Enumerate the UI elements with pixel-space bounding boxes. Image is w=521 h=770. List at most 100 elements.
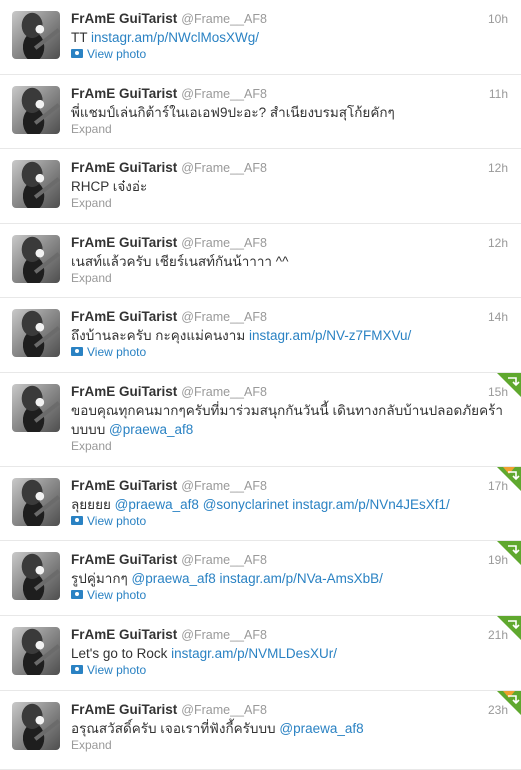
tweet-link[interactable]: instagr.am/p/NVa-AmsXbB/ bbox=[220, 571, 383, 586]
tweet-username[interactable]: @Frame__AF8 bbox=[181, 553, 267, 567]
tweet-text: รูปคู่มากๆ @praewa_af8 instagr.am/p/NVa-… bbox=[71, 569, 506, 588]
avatar[interactable] bbox=[12, 11, 60, 59]
tweet-text-segment: Let's go to Rock bbox=[71, 646, 172, 661]
tweet-item[interactable]: FrAmE GuiTarist @Frame__AF8 10h TT instagr.… bbox=[0, 0, 521, 75]
tweet-mention[interactable]: @praewa_af8 bbox=[132, 571, 216, 586]
tweet-header: FrAmE GuiTarist @Frame__AF8 bbox=[71, 308, 267, 326]
photo-icon bbox=[71, 665, 83, 674]
tweet-text-segment: TT bbox=[71, 30, 91, 45]
expand-link[interactable]: Expand bbox=[71, 270, 112, 286]
expand-link[interactable]: Expand bbox=[71, 121, 112, 137]
tweet-username[interactable]: @Frame__AF8 bbox=[181, 236, 267, 250]
view-photo-link[interactable]: View photo bbox=[71, 513, 146, 529]
avatar[interactable] bbox=[12, 235, 60, 283]
tweet-username[interactable]: @Frame__AF8 bbox=[181, 12, 267, 26]
tweet-fullname[interactable]: FrAmE GuiTarist bbox=[71, 627, 177, 642]
tweet-text: RHCP เจ๋งอ่ะ bbox=[71, 177, 506, 196]
tweet-link[interactable]: instagr.am/p/NVMLDesXUr/ bbox=[171, 646, 337, 661]
tweet-mention[interactable]: @praewa_af8 bbox=[115, 497, 199, 512]
tweet-username[interactable]: @Frame__AF8 bbox=[181, 703, 267, 717]
tweet-timestamp[interactable]: 12h bbox=[488, 234, 508, 252]
tweet-text-segment: อรุณสวัสดิ์ครับ เจอเราที่ฟังกี้ครับบบ bbox=[71, 721, 280, 736]
view-photo-link[interactable]: View photo bbox=[71, 46, 146, 62]
tweet-action-label: Expand bbox=[71, 122, 112, 136]
tweet-action-label: View photo bbox=[87, 514, 147, 528]
avatar[interactable] bbox=[12, 160, 60, 208]
tweet-item[interactable]: FrAmE GuiTarist @Frame__AF8 21h Let's go to… bbox=[0, 616, 521, 691]
avatar[interactable] bbox=[12, 552, 60, 600]
avatar[interactable] bbox=[12, 86, 60, 134]
tweet-action-label: Expand bbox=[71, 439, 112, 453]
tweet-header: FrAmE GuiTarist @Frame__AF8 bbox=[71, 701, 267, 719]
tweet-header: FrAmE GuiTarist @Frame__AF8 bbox=[71, 10, 267, 28]
expand-link[interactable]: Expand bbox=[71, 737, 112, 753]
retweeted-favorited-badge-icon bbox=[497, 467, 521, 491]
tweet-username[interactable]: @Frame__AF8 bbox=[181, 628, 267, 642]
tweet-item[interactable]: FrAmE GuiTarist @Frame__AF8 17h ลุยยยย @pra… bbox=[0, 467, 521, 541]
tweet-header: FrAmE GuiTarist @Frame__AF8 bbox=[71, 234, 267, 252]
avatar[interactable] bbox=[12, 478, 60, 526]
tweet-mention[interactable]: @praewa_af8 bbox=[279, 721, 363, 736]
tweet-timestamp[interactable]: 12h bbox=[488, 159, 508, 177]
tweet-action-label: View photo bbox=[87, 588, 147, 602]
tweet-fullname[interactable]: FrAmE GuiTarist bbox=[71, 86, 177, 101]
tweet-text-segment: ถึงบ้านละครับ กะคุงแม่คนงาม bbox=[71, 328, 249, 343]
tweet-fullname[interactable]: FrAmE GuiTarist bbox=[71, 702, 177, 717]
tweet-mention[interactable]: @sonyclarinet bbox=[203, 497, 289, 512]
avatar[interactable] bbox=[12, 627, 60, 675]
avatar[interactable] bbox=[12, 309, 60, 357]
tweet-item[interactable]: FrAmE GuiTarist @Frame__AF8 14h ถึงบ้านละคร… bbox=[0, 298, 521, 373]
photo-icon bbox=[71, 347, 83, 356]
tweet-username[interactable]: @Frame__AF8 bbox=[181, 161, 267, 175]
tweet-fullname[interactable]: FrAmE GuiTarist bbox=[71, 478, 177, 493]
tweet-timestamp[interactable]: 11h bbox=[489, 85, 508, 103]
tweet-timestamp[interactable]: 10h bbox=[488, 10, 508, 28]
tweet-fullname[interactable]: FrAmE GuiTarist bbox=[71, 235, 177, 250]
tweet-text-segment: ลุยยยย bbox=[71, 497, 115, 512]
tweet-item[interactable]: FrAmE GuiTarist @Frame__AF8 23h อรุณสวัสดิ์… bbox=[0, 691, 521, 770]
tweet-item[interactable]: FrAmE GuiTarist @Frame__AF8 15h ขอบคุณทุกคน… bbox=[0, 373, 521, 467]
tweet-fullname[interactable]: FrAmE GuiTarist bbox=[71, 11, 177, 26]
view-photo-link[interactable]: View photo bbox=[71, 587, 146, 603]
tweet-username[interactable]: @Frame__AF8 bbox=[181, 385, 267, 399]
tweet-fullname[interactable]: FrAmE GuiTarist bbox=[71, 160, 177, 175]
tweet-link[interactable]: instagr.am/p/NV-z7FMXVu/ bbox=[249, 328, 411, 343]
tweet-username[interactable]: @Frame__AF8 bbox=[181, 479, 267, 493]
tweet-header: FrAmE GuiTarist @Frame__AF8 bbox=[71, 383, 267, 401]
avatar[interactable] bbox=[12, 702, 60, 750]
tweet-text: Let's go to Rock instagr.am/p/NVMLDesXUr… bbox=[71, 644, 506, 663]
expand-link[interactable]: Expand bbox=[71, 438, 112, 454]
tweet-text-segment: เนสท์แล้วครับ เชียร์เนสท์กันน้าาาา ^^ bbox=[71, 254, 289, 269]
tweet-fullname[interactable]: FrAmE GuiTarist bbox=[71, 384, 177, 399]
tweet-username[interactable]: @Frame__AF8 bbox=[181, 310, 267, 324]
expand-link[interactable]: Expand bbox=[71, 195, 112, 211]
tweet-link[interactable]: instagr.am/p/NVn4JEsXf1/ bbox=[292, 497, 450, 512]
tweet-fullname[interactable]: FrAmE GuiTarist bbox=[71, 552, 177, 567]
photo-icon bbox=[71, 590, 83, 599]
tweet-text-segment: รูปคู่มากๆ bbox=[71, 571, 132, 586]
tweet-text: เนสท์แล้วครับ เชียร์เนสท์กันน้าาาา ^^ bbox=[71, 252, 506, 271]
tweet-fullname[interactable]: FrAmE GuiTarist bbox=[71, 309, 177, 324]
retweeted-badge-icon bbox=[497, 541, 521, 565]
tweet-text: พี่แชมป์เล่นกิต้าร์ในเอเอฟ9ปะอะ? สำเนียง… bbox=[71, 103, 506, 122]
retweeted-badge-icon bbox=[497, 373, 521, 397]
tweet-timestamp[interactable]: 14h bbox=[488, 308, 508, 326]
tweet-item[interactable]: FrAmE GuiTarist @Frame__AF8 19h รูปคู่มากๆ … bbox=[0, 541, 521, 616]
view-photo-link[interactable]: View photo bbox=[71, 662, 146, 678]
tweet-action-label: Expand bbox=[71, 196, 112, 210]
tweet-username[interactable]: @Frame__AF8 bbox=[181, 87, 267, 101]
tweet-item[interactable]: FrAmE GuiTarist @Frame__AF8 11h พี่แชมป์เล่… bbox=[0, 75, 521, 149]
avatar[interactable] bbox=[12, 384, 60, 432]
tweet-text: TT instagr.am/p/NWclMosXWg/ bbox=[71, 28, 506, 47]
photo-icon bbox=[71, 516, 83, 525]
tweet-text-segment: RHCP เจ๋งอ่ะ bbox=[71, 179, 148, 194]
tweet-text: ขอบคุณทุกคนมากๆครับที่มาร่วมสนุกกันวันนี… bbox=[71, 401, 506, 439]
tweet-link[interactable]: instagr.am/p/NWclMosXWg/ bbox=[91, 30, 259, 45]
retweeted-favorited-badge-icon bbox=[497, 691, 521, 715]
tweet-item[interactable]: FrAmE GuiTarist @Frame__AF8 12h เนสท์แล้วคร… bbox=[0, 224, 521, 298]
tweet-action-label: View photo bbox=[87, 345, 147, 359]
tweet-item[interactable]: FrAmE GuiTarist @Frame__AF8 12h RHCP เจ๋งอ่… bbox=[0, 149, 521, 224]
tweet-action-label: View photo bbox=[87, 47, 147, 61]
tweet-mention[interactable]: @praewa_af8 bbox=[109, 422, 193, 437]
view-photo-link[interactable]: View photo bbox=[71, 344, 146, 360]
